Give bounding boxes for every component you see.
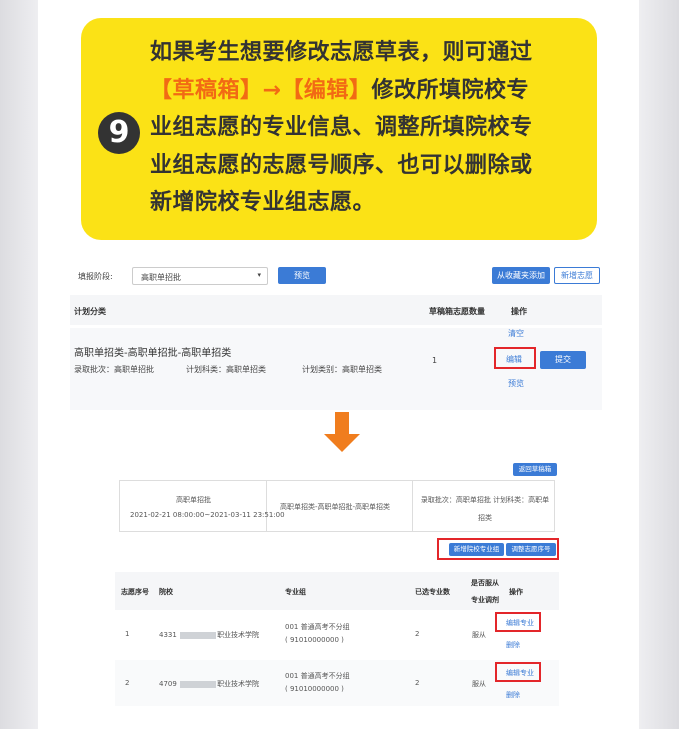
preview-button[interactable]: 预览 — [278, 267, 326, 284]
batch-name: 高职单招批 — [176, 496, 211, 504]
row-selected: 2 — [415, 679, 420, 687]
edit-link[interactable]: 编辑 — [506, 354, 522, 365]
col-selected: 已选专业数 — [415, 588, 450, 596]
step-number-badge: 9 — [98, 112, 140, 154]
row-batch: 录取批次：高职单招批 — [74, 365, 154, 374]
col-actions: 操作 — [509, 588, 523, 596]
col-draft-count: 草稿箱志愿数量 — [429, 307, 485, 316]
right-margin — [639, 0, 679, 729]
left-margin — [0, 0, 38, 729]
table-row: 1 4331 职业技术学院 001 普通高考不分组 ( 91010000000 … — [115, 612, 559, 658]
submit-button[interactable]: 提交 — [540, 351, 586, 369]
add-from-favorites-button[interactable]: 从收藏夹添加 — [492, 267, 550, 284]
time-range: 2021-02-21 08:00:00~2021-03-11 23:51:00 — [130, 511, 285, 519]
draft-edit-panel: 返回草稿箱 高职单招批 2021-02-21 08:00:00~2021-03-… — [115, 460, 563, 706]
instruction-line-1: 如果考生想要修改志愿草表，则可通过 — [150, 40, 533, 65]
table-row: 高职单招类-高职单招批-高职单招类 录取批次：高职单招批 计划科类：高职单招类 … — [70, 328, 602, 410]
row-title: 高职单招类-高职单招批-高职单招类 — [74, 348, 232, 359]
divider — [412, 481, 413, 531]
batch-detail: 录取批次：高职单招批 计划科类：高职单招类 — [420, 496, 550, 522]
col-school: 院校 — [159, 588, 173, 596]
highlight-path: 【草稿箱】→【编辑】 — [150, 77, 372, 103]
col-group: 专业组 — [285, 588, 306, 596]
delete-link[interactable]: 删除 — [506, 690, 520, 700]
arrow-head — [324, 434, 360, 452]
delete-link[interactable]: 删除 — [506, 640, 520, 650]
stage-label: 填报阶段: — [78, 272, 113, 281]
row-subject: 计划科类：高职单招类 — [186, 365, 266, 374]
edit-major-link[interactable]: 编辑专业 — [506, 618, 534, 628]
clear-link[interactable]: 清空 — [508, 328, 524, 339]
instruction-text: 如果考生想要修改志愿草表，则可通过 【草稿箱】→【编辑】修改所填院校专 业组志愿… — [150, 34, 580, 222]
row-school: 4709 职业技术学院 — [159, 680, 260, 688]
stage-select[interactable]: 高职单招批 ▾ — [132, 267, 268, 285]
row-count: 1 — [432, 356, 438, 365]
instruction-line-5: 新增院校专业组志愿。 — [150, 190, 376, 215]
row-group: 001 普通高考不分组 — [285, 623, 350, 631]
row-obey: 服从 — [472, 631, 486, 639]
adjust-order-button[interactable]: 调整志愿序号 — [506, 543, 556, 556]
back-to-draft-button[interactable]: 返回草稿箱 — [513, 463, 557, 476]
col-plan-category: 计划分类 — [74, 307, 106, 316]
batch-info-table: 高职单招批 2021-02-21 08:00:00~2021-03-11 23:… — [119, 480, 555, 532]
instruction-line-3: 业组志愿的专业信息、调整所填院校专 — [150, 115, 533, 140]
row-selected: 2 — [415, 630, 420, 638]
draft-box-panel: 填报阶段: 高职单招批 ▾ 预览 从收藏夹添加 新增志愿 计划分类 草稿箱志愿数… — [70, 258, 622, 410]
edit-major-link[interactable]: 编辑专业 — [506, 668, 534, 678]
row-seq: 2 — [125, 679, 130, 687]
divider — [266, 481, 267, 531]
redacted-name — [180, 631, 217, 639]
instruction-line-2: 【草稿箱】→【编辑】修改所填院校专 — [150, 77, 529, 103]
add-group-button[interactable]: 新增院校专业组 — [449, 543, 504, 556]
row-seq: 1 — [125, 630, 130, 638]
row-group: 001 普通高考不分组 — [285, 672, 350, 680]
table-header: 计划分类 草稿箱志愿数量 操作 — [70, 295, 602, 325]
chevron-down-icon: ▾ — [257, 271, 261, 279]
col-obey-2: 专业调剂 — [471, 596, 499, 604]
table-row: 2 4709 职业技术学院 001 普通高考不分组 ( 91010000000 … — [115, 660, 559, 706]
row-category: 计划类别：高职单招类 — [302, 365, 382, 374]
row-school: 4331 职业技术学院 — [159, 631, 260, 639]
add-new-button[interactable]: 新增志愿 — [554, 267, 600, 284]
batch-type: 高职单招类-高职单招批-高职单招类 — [280, 503, 391, 511]
down-arrow-icon — [335, 412, 349, 436]
group-table-header: 志愿序号 院校 专业组 已选专业数 是否服从 专业调剂 操作 — [115, 572, 559, 610]
row-group-code: ( 91010000000 ) — [285, 685, 344, 693]
toolbar: 填报阶段: 高职单招批 ▾ 预览 从收藏夹添加 新增志愿 — [70, 258, 622, 294]
col-obey-1: 是否服从 — [471, 579, 499, 587]
instruction-line-4: 业组志愿的志愿号顺序、也可以删除或 — [150, 152, 533, 178]
col-seq: 志愿序号 — [121, 588, 149, 596]
preview-link[interactable]: 预览 — [508, 378, 524, 389]
redacted-name — [180, 680, 217, 688]
row-obey: 服从 — [472, 680, 486, 688]
col-actions: 操作 — [511, 307, 527, 316]
row-group-code: ( 91010000000 ) — [285, 636, 344, 644]
